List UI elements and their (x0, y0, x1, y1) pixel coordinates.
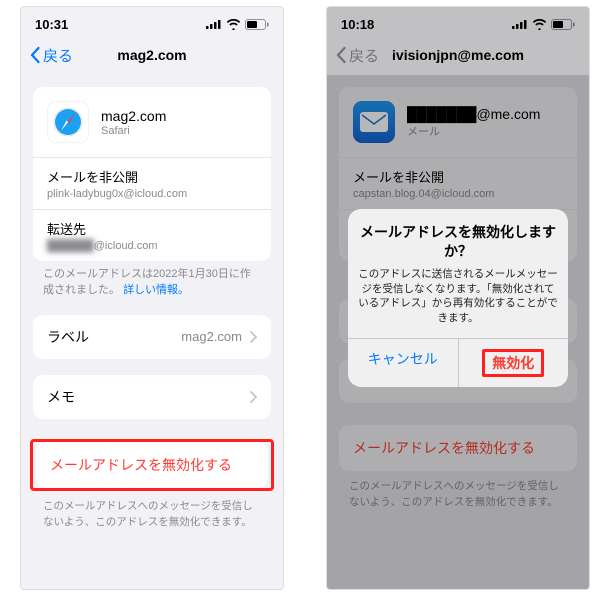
chevron-right-icon (250, 331, 257, 343)
confirm-dialog: メールアドレスを無効化しますか？ このアドレスに送信されるメールメッセージを受信… (348, 209, 568, 387)
status-bar: 10:31 (21, 7, 283, 35)
deactivate-caption: このメールアドレスへのメッセージを受信しないよう、このアドレスを無効化できます。 (21, 491, 283, 531)
app-name: mag2.com (101, 108, 166, 124)
hide-email-value: plink-ladybug0x@icloud.com (47, 188, 257, 200)
dialog-overlay: メールアドレスを無効化しますか？ このアドレスに送信されるメールメッセージを受信… (327, 7, 589, 589)
dialog-message: このアドレスに送信されるメールメッセージを受信しなくなります。「無効化されている… (358, 267, 558, 326)
phone-right: 10:18 戻る ivisionjpn@me.com ███████@me.co… (326, 6, 590, 590)
back-label: 戻る (43, 45, 73, 66)
label-row[interactable]: ラベル mag2.com (33, 315, 271, 359)
app-card: mag2.com Safari メールを非公開 plink-ladybug0x@… (33, 87, 271, 261)
app-sub: Safari (101, 125, 166, 137)
status-time: 10:31 (35, 17, 68, 32)
dialog-confirm-button[interactable]: 無効化 (459, 339, 569, 387)
memo-row[interactable]: メモ (33, 375, 271, 419)
battery-icon (245, 19, 269, 30)
chevron-right-icon (250, 391, 257, 403)
forward-value: ██████@icloud.com (47, 240, 257, 252)
forward-label: 転送先 (47, 219, 257, 238)
cellular-icon (206, 19, 222, 29)
highlight-box: メールアドレスを無効化する (30, 439, 274, 491)
label-row-label: ラベル (47, 327, 89, 347)
phone-left: 10:31 戻る mag2.com ma (20, 6, 284, 590)
created-note: このメールアドレスは2022年1月30日に作成されました。 詳しい情報。 (21, 261, 283, 299)
label-row-value: mag2.com (181, 329, 242, 344)
deactivate-button[interactable]: メールアドレスを無効化する (36, 442, 268, 488)
safari-icon (47, 101, 89, 143)
highlight-box: 無効化 (482, 349, 544, 377)
back-button[interactable]: 戻る (29, 45, 73, 66)
wifi-icon (226, 19, 241, 30)
dialog-title: メールアドレスを無効化しますか？ (358, 223, 558, 261)
chevron-left-icon (29, 46, 41, 64)
dialog-cancel-button[interactable]: キャンセル (348, 339, 459, 387)
more-info-link[interactable]: 詳しい情報。 (123, 284, 189, 296)
nav-bar: 戻る mag2.com (21, 35, 283, 75)
hide-email-label: メールを非公開 (47, 167, 257, 186)
memo-row-label: メモ (47, 387, 75, 407)
